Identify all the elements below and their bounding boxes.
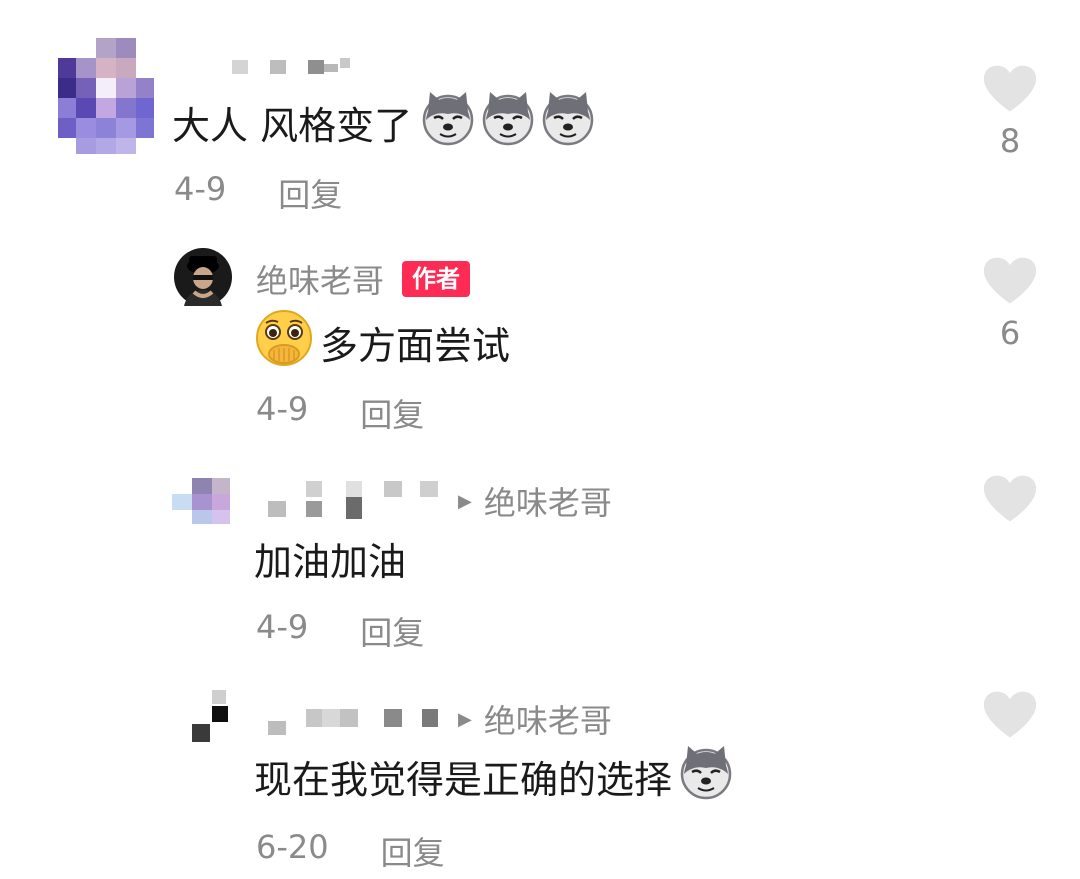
reply-button[interactable]: 回复 <box>278 170 342 216</box>
doge-emoji-icon <box>480 90 536 155</box>
avatar[interactable] <box>172 478 232 526</box>
comment-text: 多方面尝试 <box>254 312 510 372</box>
heart-icon[interactable] <box>980 256 1040 310</box>
reply-button[interactable]: 回复 <box>360 608 424 654</box>
comment-text: 大人 风格变了 <box>172 94 596 150</box>
triangle-right-icon: ▶ <box>458 708 472 730</box>
triangle-right-icon: ▶ <box>458 490 472 512</box>
comment-date: 4-9 <box>174 170 227 208</box>
comment-date: 4-9 <box>256 608 309 646</box>
comment-date: 4-9 <box>256 390 309 428</box>
avatar[interactable] <box>58 38 154 154</box>
comment-text: 加油加油 <box>254 539 407 584</box>
comment-text: 现在我觉得是正确的选择 <box>254 748 734 804</box>
heart-icon[interactable] <box>980 64 1040 118</box>
avatar[interactable] <box>192 690 232 746</box>
reply-to-name[interactable]: 绝味老哥 <box>484 478 612 524</box>
author-avatar[interactable] <box>174 248 232 306</box>
username-redacted[interactable] <box>268 479 448 523</box>
comment-item: 大人 风格变了 4-9 回复 8 <box>0 0 1080 220</box>
doge-emoji-icon <box>540 90 596 155</box>
username-redacted[interactable] <box>232 58 372 78</box>
doge-emoji-icon <box>420 90 476 155</box>
doge-emoji-icon <box>678 744 734 809</box>
heart-icon[interactable] <box>980 690 1040 744</box>
author-name[interactable]: 绝味老哥 <box>256 256 384 302</box>
reply-button[interactable]: 回复 <box>360 390 424 436</box>
comment-date: 6-20 <box>256 828 329 866</box>
shy-face-emoji-icon <box>254 308 314 377</box>
username-redacted[interactable] <box>268 697 448 741</box>
author-badge: 作者 <box>402 261 471 297</box>
like-count: 8 <box>999 122 1021 160</box>
reply-button[interactable]: 回复 <box>381 828 445 874</box>
like-count: 6 <box>999 314 1021 352</box>
reply-to-name[interactable]: 绝味老哥 <box>484 696 612 742</box>
heart-icon[interactable] <box>980 474 1040 528</box>
